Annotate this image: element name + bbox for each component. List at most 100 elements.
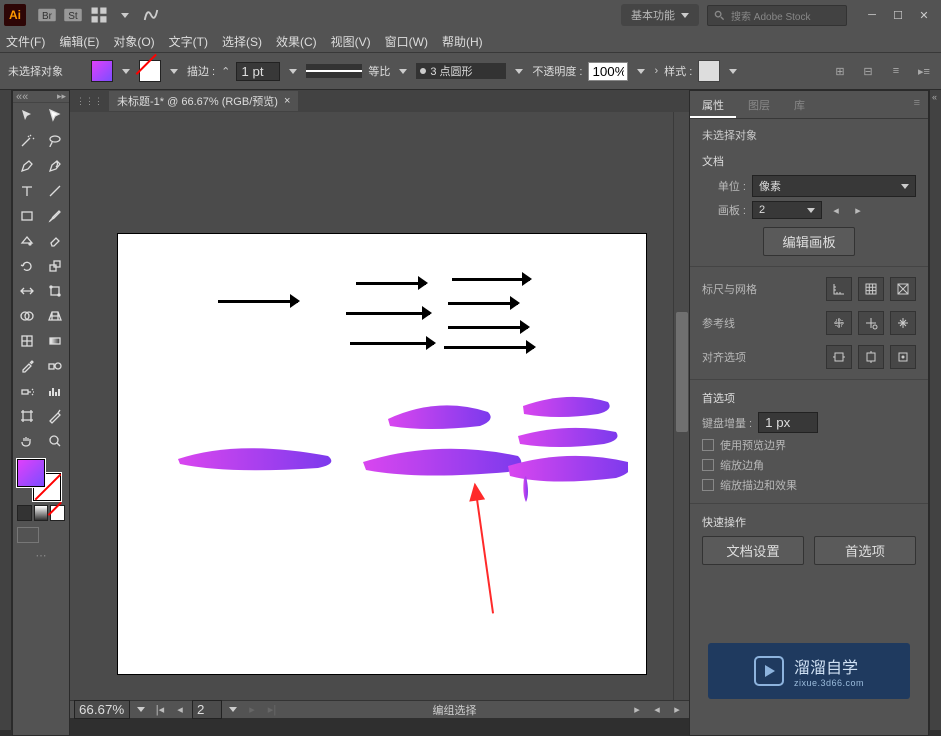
scroll-right[interactable]: ▸ (669, 703, 685, 717)
eyedropper-tool[interactable] (13, 353, 41, 378)
menu-window[interactable]: 窗口(W) (385, 33, 428, 50)
workspace-switcher[interactable]: 基本功能 (621, 4, 699, 26)
menu-file[interactable]: 文件(F) (6, 33, 45, 50)
stroke-swatch[interactable] (139, 60, 161, 82)
rectangle-tool[interactable] (13, 203, 41, 228)
graphic-style-swatch[interactable] (698, 60, 720, 82)
document-setup-button[interactable]: 文档设置 (702, 536, 804, 565)
stock-icon[interactable]: St (63, 5, 83, 25)
edit-artboards-button[interactable]: 编辑画板 (763, 227, 854, 256)
curvature-tool[interactable] (41, 153, 69, 178)
symbol-sprayer-tool[interactable] (13, 378, 41, 403)
minimize-button[interactable]: ─ (859, 4, 885, 26)
screen-mode[interactable] (17, 527, 65, 543)
selection-tool[interactable] (13, 103, 41, 128)
fill-dropdown[interactable] (119, 64, 133, 78)
align-palette-icon[interactable]: ≡ (887, 62, 905, 80)
zoom-input[interactable] (74, 700, 130, 719)
first-artboard[interactable]: |◂ (152, 703, 168, 717)
control-more-icon[interactable]: ▸≡ (915, 62, 933, 80)
snap-point[interactable] (858, 345, 884, 369)
preferences-button[interactable]: 首选项 (814, 536, 916, 565)
smart-guides[interactable] (890, 311, 916, 335)
profile-dropdown[interactable] (396, 64, 410, 78)
ruler-toggle[interactable] (826, 277, 852, 301)
stroke-dropdown[interactable] (167, 64, 181, 78)
doc-setup-icon[interactable]: ⊞ (831, 62, 849, 80)
scale-corners-checkbox[interactable] (702, 459, 714, 471)
artboard-select[interactable]: 2 (752, 201, 822, 219)
last-artboard[interactable]: ▸| (264, 703, 280, 717)
close-button[interactable]: ✕ (911, 4, 937, 26)
perspective-grid-tool[interactable] (41, 303, 69, 328)
fill-color[interactable] (17, 459, 45, 487)
width-tool[interactable] (13, 278, 41, 303)
arrange-icon[interactable] (89, 5, 109, 25)
document-tab[interactable]: 未标题-1* @ 66.67% (RGB/预览) × (109, 91, 298, 111)
key-increment-input[interactable] (758, 412, 818, 433)
artboard-nav-dropdown[interactable] (226, 703, 240, 717)
vertical-scrollbar[interactable] (673, 112, 689, 700)
search-stock[interactable]: 搜索 Adobe Stock (707, 5, 847, 26)
style-dropdown[interactable] (726, 64, 740, 78)
zoom-dropdown[interactable] (134, 703, 148, 717)
edit-toolbar[interactable]: ⋯ (13, 549, 69, 562)
artboard-next[interactable]: ▸ (850, 202, 866, 218)
menu-view[interactable]: 视图(V) (331, 33, 371, 50)
prefs-icon[interactable]: ⊟ (859, 62, 877, 80)
close-tab-icon[interactable]: × (284, 95, 290, 107)
mesh-tool[interactable] (13, 328, 41, 353)
gradient-tool[interactable] (41, 328, 69, 353)
snap-grid[interactable] (890, 345, 916, 369)
right-panel-strip[interactable]: « (929, 90, 941, 730)
prev-artboard[interactable]: ◂ (172, 703, 188, 717)
free-transform-tool[interactable] (41, 278, 69, 303)
fill-swatch[interactable] (91, 60, 113, 82)
line-tool[interactable] (41, 178, 69, 203)
guides-visibility[interactable] (826, 311, 852, 335)
color-mode-none[interactable] (50, 505, 65, 521)
units-select[interactable]: 像素 (752, 175, 916, 197)
brush-dropdown[interactable] (512, 64, 526, 78)
gpu-icon[interactable] (141, 5, 161, 25)
direct-selection-tool[interactable] (41, 103, 69, 128)
lasso-tool[interactable] (41, 128, 69, 153)
tab-libraries[interactable]: 库 (782, 91, 817, 118)
status-caret[interactable]: ▸ (629, 703, 645, 717)
grid-toggle[interactable] (858, 277, 884, 301)
shaper-tool[interactable] (13, 228, 41, 253)
canvas[interactable] (70, 112, 689, 700)
scale-strokes-checkbox[interactable] (702, 479, 714, 491)
blend-tool[interactable] (41, 353, 69, 378)
menu-edit[interactable]: 编辑(E) (59, 33, 99, 50)
preview-bounds-checkbox[interactable] (702, 439, 714, 451)
stroke-decrement[interactable]: ⌃ (221, 65, 230, 78)
menu-select[interactable]: 选择(S) (222, 33, 262, 50)
artboard-tool[interactable] (13, 403, 41, 428)
type-tool[interactable] (13, 178, 41, 203)
eraser-tool[interactable] (41, 228, 69, 253)
color-mode-gradient[interactable] (34, 505, 49, 521)
artboard-nav-input[interactable] (192, 700, 222, 719)
color-selector[interactable] (17, 459, 65, 499)
tab-layers[interactable]: 图层 (736, 91, 782, 118)
hand-tool[interactable] (13, 428, 41, 453)
stroke-profile[interactable] (306, 64, 362, 78)
paintbrush-tool[interactable] (41, 203, 69, 228)
menu-help[interactable]: 帮助(H) (442, 33, 483, 50)
artboard-prev[interactable]: ◂ (828, 202, 844, 218)
scale-tool[interactable] (41, 253, 69, 278)
bridge-icon[interactable]: Br (37, 5, 57, 25)
rotate-tool[interactable] (13, 253, 41, 278)
brush-selector[interactable]: 3 点圆形 (416, 63, 506, 79)
scroll-left[interactable]: ◂ (649, 703, 665, 717)
shape-builder-tool[interactable] (13, 303, 41, 328)
next-artboard[interactable]: ▸ (244, 703, 260, 717)
left-panel-strip[interactable] (0, 90, 12, 730)
column-graph-tool[interactable] (41, 378, 69, 403)
stroke-weight-dropdown[interactable] (286, 64, 300, 78)
menu-object[interactable]: 对象(O) (113, 33, 154, 50)
color-mode-solid[interactable] (17, 505, 32, 521)
snap-pixel[interactable] (826, 345, 852, 369)
opacity-dropdown[interactable] (634, 64, 648, 78)
